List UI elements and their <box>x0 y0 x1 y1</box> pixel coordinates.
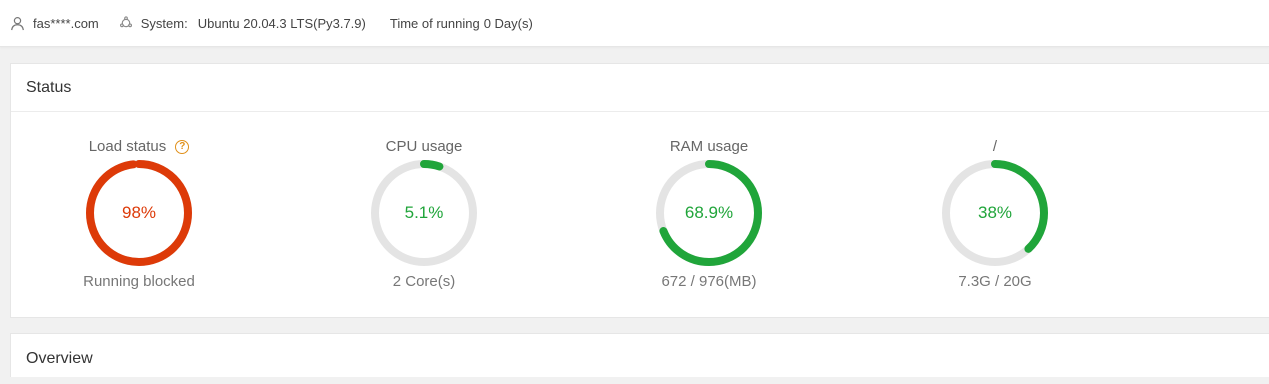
status-gauges: Load status ? 98% Running blocked CPU us… <box>11 112 1269 318</box>
runtime-value: 0 Day(s) <box>483 15 533 31</box>
gauge-title-wrap: CPU usage <box>344 138 504 156</box>
gauge-title-wrap: / <box>915 138 1075 156</box>
status-panel: Status Load status ? 98% Running blocked… <box>10 63 1269 318</box>
runtime-label: Time of running <box>389 15 480 31</box>
system-value: Ubuntu 20.04.3 LTS(Py3.7.9) <box>197 15 366 31</box>
gauge-percent: 38% <box>977 203 1013 222</box>
gauge-percent: 68.9% <box>684 203 734 222</box>
gauge-subtitle: Running blocked <box>83 273 195 290</box>
gauge-title-wrap: Load status ? <box>59 138 219 156</box>
system-label: System: <box>140 15 188 31</box>
user-info[interactable]: fas****.com <box>10 16 99 31</box>
status-title: Status <box>11 64 1269 112</box>
overview-title: Overview <box>26 350 93 367</box>
ubuntu-icon <box>119 16 133 30</box>
user-icon <box>10 16 25 31</box>
help-icon[interactable]: ? <box>175 140 190 154</box>
system-info: System: Ubuntu 20.04.3 LTS(Py3.7.9) <box>119 16 366 31</box>
gauge-title: CPU usage <box>385 138 463 155</box>
gauge-subtitle: 2 Core(s) <box>392 273 456 290</box>
user-account[interactable]: fas****.com <box>33 16 99 31</box>
gauge-percent: 98% <box>121 203 157 222</box>
gauge-title: / <box>992 138 998 155</box>
gauge-title: RAM usage <box>669 138 749 155</box>
runtime-info: Time of running 0 Day(s) <box>390 16 533 31</box>
gauge-percent: 5.1% <box>404 203 444 222</box>
gauge-title: Load status <box>88 138 167 155</box>
overview-panel: Overview <box>10 333 1269 377</box>
top-info-bar: fas****.com System: Ubuntu 20.04.3 LTS(P… <box>0 0 1269 47</box>
gauge-title-wrap: RAM usage <box>629 138 789 156</box>
gauge-subtitle: 7.3G / 20G <box>958 273 1032 290</box>
gauge-subtitle: 672 / 976(MB) <box>661 273 757 290</box>
